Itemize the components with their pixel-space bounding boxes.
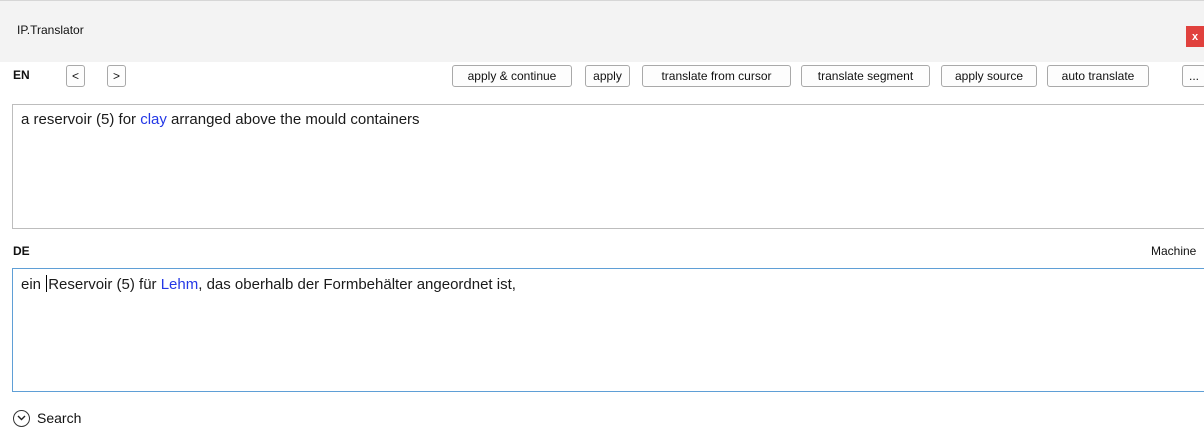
translate-from-cursor-button[interactable]: translate from cursor — [642, 65, 791, 87]
source-language-label-visible: EN — [13, 68, 30, 82]
apply-source-button[interactable]: apply source — [941, 65, 1037, 87]
source-text-after: arranged above the mould containers — [166, 111, 420, 128]
target-text-before: ein — [21, 276, 46, 293]
more-options-button[interactable]: ... — [1182, 65, 1204, 87]
search-label: Search — [37, 410, 82, 426]
machine-translation-label: Machine — [1151, 244, 1197, 258]
search-toggle[interactable]: Search — [13, 408, 81, 428]
target-text-mid: Reservoir (5) für — [48, 276, 161, 293]
auto-translate-button[interactable]: auto translate — [1047, 65, 1149, 87]
target-term-highlight: Lehm — [160, 276, 199, 293]
source-text-area[interactable]: a reservoir (5) for clay arranged above … — [12, 104, 1204, 229]
apply-continue-button[interactable]: apply & continue — [452, 65, 572, 87]
target-text-area[interactable]: ein Reservoir (5) für Lehm, das oberhalb… — [12, 268, 1204, 392]
close-button[interactable]: x — [1186, 26, 1204, 47]
next-segment-button[interactable]: > — [107, 65, 126, 87]
chevron-down-icon[interactable] — [13, 409, 30, 427]
translate-segment-button[interactable]: translate segment — [801, 65, 930, 87]
target-language-label: DE — [13, 244, 30, 258]
previous-segment-button[interactable]: < — [66, 65, 85, 87]
window-title: IP.Translator — [17, 23, 84, 37]
apply-button[interactable]: apply — [585, 65, 630, 87]
source-text-before: a reservoir (5) for — [21, 111, 141, 128]
title-bar: IP.Translator x EN — [0, 0, 1204, 62]
translator-window: IP.Translator x EN EN < > apply & contin… — [0, 0, 1204, 434]
source-term-highlight: clay — [140, 111, 167, 128]
target-text-after: , das oberhalb der Formbehälter angeordn… — [198, 276, 516, 293]
